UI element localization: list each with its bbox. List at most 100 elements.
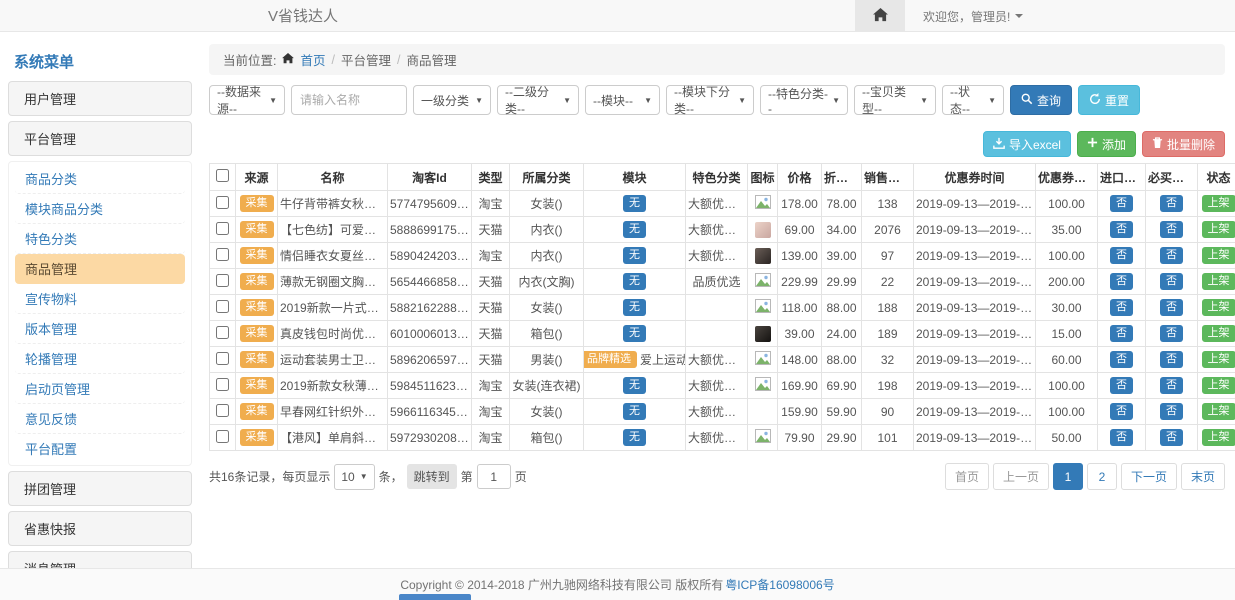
batch-delete-button[interactable]: 批量删除 (1142, 131, 1225, 157)
type-cell: 淘宝 (472, 399, 510, 425)
sidebar-subitem-平台配置[interactable]: 平台配置 (15, 434, 185, 463)
sidebar-subitem-模块商品分类[interactable]: 模块商品分类 (15, 194, 185, 224)
page-button-首页[interactable]: 首页 (945, 463, 989, 490)
level2-category-select[interactable]: --二级分类--▼ (497, 85, 579, 115)
row-checkbox[interactable] (216, 300, 229, 313)
status-toggle[interactable]: 上架 (1202, 325, 1235, 342)
row-checkbox[interactable] (216, 404, 229, 417)
module-select[interactable]: --模块--▼ (585, 85, 660, 115)
page-button-1[interactable]: 1 (1053, 463, 1083, 490)
page-button-下一页[interactable]: 下一页 (1121, 463, 1177, 490)
module-badge[interactable]: 无 (623, 247, 646, 264)
item-type-select[interactable]: --宝贝类型--▼ (854, 85, 936, 115)
must-buy-toggle[interactable]: 否 (1160, 377, 1183, 394)
status-select[interactable]: --状态--▼ (942, 85, 1004, 115)
icp-link[interactable]: 粤ICP备16098006号 (725, 576, 834, 593)
sidebar-subitem-版本管理[interactable]: 版本管理 (15, 314, 185, 344)
topbar: V省钱达人 欢迎您，管理员! (0, 0, 1235, 32)
status-toggle[interactable]: 上架 (1202, 195, 1235, 212)
per-page-select[interactable]: 10 ▼ (334, 464, 374, 490)
module-badge[interactable]: 无 (623, 299, 646, 316)
sidebar-item-拼团管理[interactable]: 拼团管理 (8, 471, 192, 506)
status-toggle[interactable]: 上架 (1202, 221, 1235, 238)
sidebar-subitem-商品管理[interactable]: 商品管理 (15, 254, 185, 284)
module-badge[interactable]: 无 (623, 403, 646, 420)
query-button[interactable]: 查询 (1010, 85, 1072, 115)
must-buy-toggle[interactable]: 否 (1160, 403, 1183, 420)
import-pick-toggle[interactable]: 否 (1110, 325, 1133, 342)
import-pick-toggle[interactable]: 否 (1110, 195, 1133, 212)
user-menu[interactable]: 欢迎您，管理员! (905, 0, 1041, 32)
data-source-select[interactable]: --数据来源--▼ (209, 85, 285, 115)
module-subcategory-select[interactable]: --模块下分类--▼ (666, 85, 754, 115)
breadcrumb-home-link[interactable]: 首页 (300, 50, 325, 69)
must-buy-toggle[interactable]: 否 (1160, 195, 1183, 212)
must-buy-toggle[interactable]: 否 (1160, 429, 1183, 446)
must-buy-toggle[interactable]: 否 (1160, 299, 1183, 316)
level1-category-select[interactable]: 一级分类▼ (413, 85, 491, 115)
sidebar-subitem-宣传物料[interactable]: 宣传物料 (15, 284, 185, 314)
page-number-input[interactable] (477, 464, 511, 489)
import-pick-toggle[interactable]: 否 (1110, 299, 1133, 316)
sidebar-subitem-特色分类[interactable]: 特色分类 (15, 224, 185, 254)
home-button[interactable] (855, 0, 905, 32)
sidebar-subitem-启动页管理[interactable]: 启动页管理 (15, 374, 185, 404)
import-pick-toggle[interactable]: 否 (1110, 377, 1133, 394)
coupon-amount-cell: 100.00 (1036, 243, 1098, 269)
row-checkbox[interactable] (216, 326, 229, 339)
status-toggle[interactable]: 上架 (1202, 247, 1235, 264)
row-checkbox[interactable] (216, 196, 229, 209)
row-checkbox[interactable] (216, 274, 229, 287)
sidebar-subitem-商品分类[interactable]: 商品分类 (15, 164, 185, 194)
module-cell: 无 (584, 425, 686, 451)
select-all-checkbox[interactable] (216, 169, 229, 182)
import-pick-toggle[interactable]: 否 (1110, 221, 1133, 238)
import-pick-toggle[interactable]: 否 (1110, 429, 1133, 446)
row-checkbox[interactable] (216, 352, 229, 365)
import-pick-toggle[interactable]: 否 (1110, 403, 1133, 420)
status-toggle[interactable]: 上架 (1202, 429, 1235, 446)
jump-button[interactable]: 跳转到 (407, 464, 457, 489)
status-toggle[interactable]: 上架 (1202, 403, 1235, 420)
must-buy-toggle[interactable]: 否 (1160, 247, 1183, 264)
feature-category-select[interactable]: --特色分类--▼ (760, 85, 848, 115)
module-badge[interactable]: 无 (623, 273, 646, 290)
must-buy-toggle[interactable]: 否 (1160, 351, 1183, 368)
sidebar-item-平台管理[interactable]: 平台管理 (8, 121, 192, 156)
module-badge[interactable]: 无 (623, 429, 646, 446)
status-toggle[interactable]: 上架 (1202, 299, 1235, 316)
sidebar-subitem-轮播管理[interactable]: 轮播管理 (15, 344, 185, 374)
row-checkbox[interactable] (216, 378, 229, 391)
row-checkbox[interactable] (216, 430, 229, 443)
import-pick-toggle[interactable]: 否 (1110, 351, 1133, 368)
must-buy-toggle[interactable]: 否 (1160, 273, 1183, 290)
module-badge[interactable]: 无 (623, 377, 646, 394)
coupon-time-cell: 2019-09-13—2019-09-17 (914, 269, 1036, 295)
module-badge[interactable]: 品牌精选 (584, 351, 638, 368)
name-input[interactable] (291, 85, 407, 115)
import-pick-toggle[interactable]: 否 (1110, 273, 1133, 290)
row-checkbox[interactable] (216, 248, 229, 261)
add-button[interactable]: 添加 (1077, 131, 1136, 157)
module-badge[interactable]: 无 (623, 221, 646, 238)
sidebar-subitem-意见反馈[interactable]: 意见反馈 (15, 404, 185, 434)
page-button-上一页[interactable]: 上一页 (993, 463, 1049, 490)
import-pick-toggle[interactable]: 否 (1110, 247, 1133, 264)
page-button-末页[interactable]: 末页 (1181, 463, 1225, 490)
must-buy-toggle[interactable]: 否 (1160, 325, 1183, 342)
sidebar-item-省惠快报[interactable]: 省惠快报 (8, 511, 192, 546)
status-toggle[interactable]: 上架 (1202, 351, 1235, 368)
sidebar-item-用户管理[interactable]: 用户管理 (8, 81, 192, 116)
table-row: 采集2019新款一片式系...588216228899天猫女装()无118.00… (210, 295, 1235, 321)
module-badge[interactable]: 无 (623, 195, 646, 212)
status-toggle[interactable]: 上架 (1202, 377, 1235, 394)
coupon-amount-cell: 35.00 (1036, 217, 1098, 243)
status-toggle[interactable]: 上架 (1202, 273, 1235, 290)
module-badge[interactable]: 无 (623, 325, 646, 342)
import-excel-button[interactable]: 导入excel (983, 131, 1071, 157)
must-buy-toggle[interactable]: 否 (1160, 221, 1183, 238)
page-button-2[interactable]: 2 (1087, 463, 1117, 490)
reset-button[interactable]: 重置 (1078, 85, 1140, 115)
row-checkbox[interactable] (216, 222, 229, 235)
category-cell: 女装(连衣裙) (510, 373, 584, 399)
